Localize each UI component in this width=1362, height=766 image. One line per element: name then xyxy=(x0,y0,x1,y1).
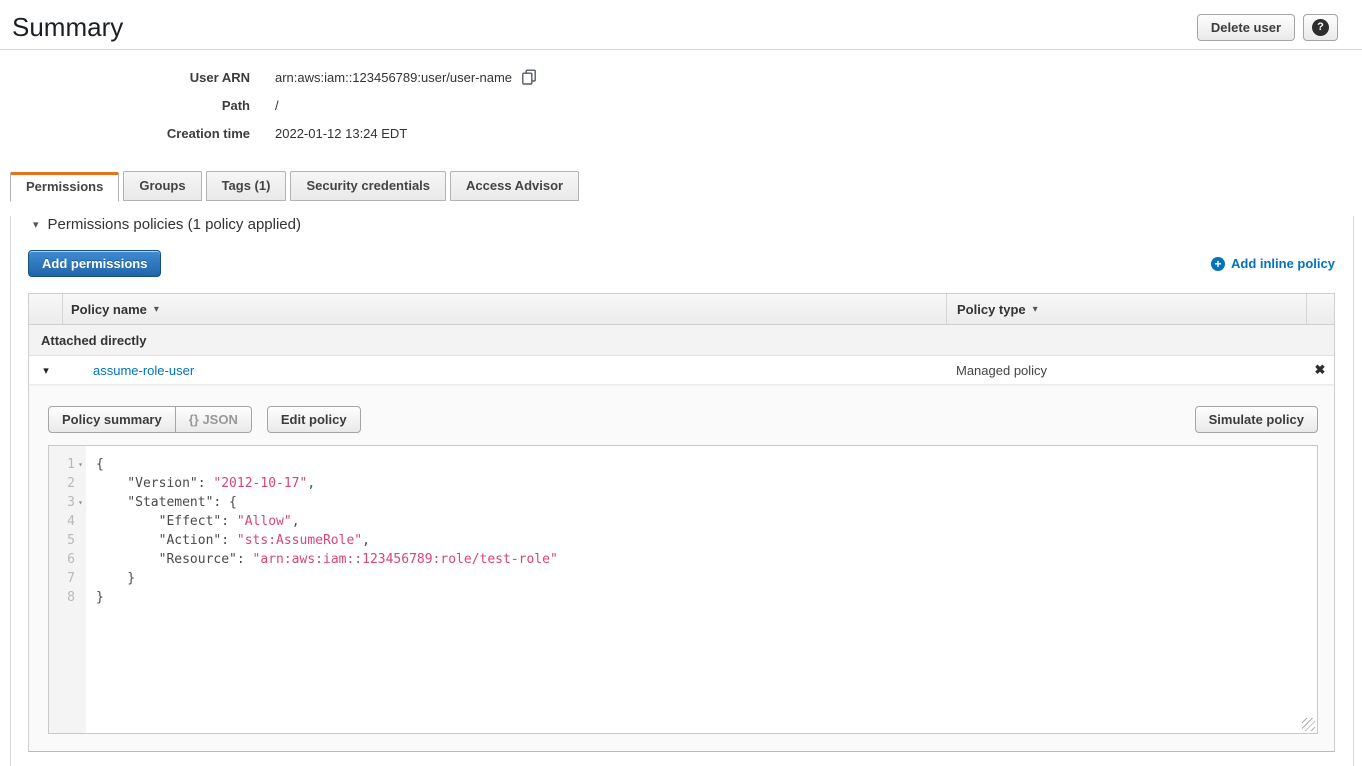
editor-code[interactable]: { "Version": "2012-10-17", "Statement": … xyxy=(86,446,1317,733)
policy-json-editor[interactable]: 1▾23▾45678 { "Version": "2012-10-17", "S… xyxy=(48,445,1318,734)
policy-type-column-header[interactable]: Policy type ▾ xyxy=(946,294,1306,324)
policies-table: Policy name ▾ Policy type ▾ Attached dir… xyxy=(28,293,1335,752)
policy-summary-button[interactable]: Policy summary xyxy=(48,406,176,433)
tab-security-credentials[interactable]: Security credentials xyxy=(290,171,446,201)
delete-user-button[interactable]: Delete user xyxy=(1197,14,1295,41)
help-button[interactable]: ? xyxy=(1303,14,1338,41)
creation-time-value: 2022-01-12 13:24 EDT xyxy=(275,126,407,141)
tab-permissions[interactable]: Permissions xyxy=(10,172,119,202)
policy-name-column-header[interactable]: Policy name ▾ xyxy=(63,294,946,324)
user-arn-value: arn:aws:iam::123456789:user/user-name xyxy=(275,70,512,85)
header-divider xyxy=(0,49,1362,50)
path-label: Path xyxy=(0,98,250,113)
user-arn-row: User ARN arn:aws:iam::123456789:user/use… xyxy=(0,63,1362,91)
attached-directly-group-row: Attached directly xyxy=(29,325,1334,356)
policy-view-toggle: Policy summary {} JSON xyxy=(48,406,252,433)
simulate-policy-button[interactable]: Simulate policy xyxy=(1195,406,1318,433)
policy-name-link[interactable]: assume-role-user xyxy=(93,363,194,378)
add-permissions-button[interactable]: Add permissions xyxy=(28,250,161,277)
policy-table-row: ▾ assume-role-user Managed policy ✖ xyxy=(29,356,1334,385)
question-mark-icon: ? xyxy=(1312,19,1329,36)
row-expander[interactable]: ▾ xyxy=(29,364,63,377)
collapse-icon: ▾ xyxy=(33,218,39,231)
permissions-policies-section-header[interactable]: ▾ Permissions policies (1 policy applied… xyxy=(33,216,1353,233)
section-title: Permissions policies (1 policy applied) xyxy=(48,216,301,233)
path-row: Path / xyxy=(0,91,1362,119)
tab-tags[interactable]: Tags (1) xyxy=(206,171,287,201)
policy-type-header-label: Policy type xyxy=(957,302,1026,317)
edit-policy-button[interactable]: Edit policy xyxy=(267,406,361,433)
policy-type-value: Managed policy xyxy=(956,363,1047,378)
policy-detail-buttons: Policy summary {} JSON Edit policy Simul… xyxy=(48,406,1318,433)
user-details: User ARN arn:aws:iam::123456789:user/use… xyxy=(0,63,1362,147)
expander-icon: ▾ xyxy=(43,364,49,377)
detach-policy-icon[interactable]: ✖ xyxy=(1315,362,1326,378)
permissions-tab-panel: ▾ Permissions policies (1 policy applied… xyxy=(10,216,1354,766)
editor-gutter: 1▾23▾45678 xyxy=(49,446,86,733)
sort-icon: ▾ xyxy=(1033,304,1038,315)
policy-name-header-label: Policy name xyxy=(71,302,147,317)
policies-table-header: Policy name ▾ Policy type ▾ xyxy=(29,294,1334,325)
creation-time-label: Creation time xyxy=(0,126,250,141)
path-value: / xyxy=(275,98,279,113)
user-arn-label: User ARN xyxy=(0,70,250,85)
expander-column-header xyxy=(29,294,63,324)
resize-handle-icon[interactable] xyxy=(1302,718,1315,731)
policy-detail-panel: Policy summary {} JSON Edit policy Simul… xyxy=(29,385,1334,751)
tab-bar: Permissions Groups Tags (1) Security cre… xyxy=(10,171,1362,201)
json-view-button[interactable]: {} JSON xyxy=(176,406,252,433)
policy-actions-row: Add permissions + Add inline policy xyxy=(28,250,1335,277)
page-header: Summary Delete user ? xyxy=(0,0,1362,43)
remove-column-header xyxy=(1306,294,1334,324)
add-inline-policy-label: Add inline policy xyxy=(1231,256,1335,271)
creation-time-row: Creation time 2022-01-12 13:24 EDT xyxy=(0,119,1362,147)
tab-access-advisor[interactable]: Access Advisor xyxy=(450,171,579,201)
tab-groups[interactable]: Groups xyxy=(123,171,201,201)
page-title: Summary xyxy=(12,12,123,43)
plus-icon: + xyxy=(1211,257,1225,271)
header-actions: Delete user ? xyxy=(1197,14,1338,41)
sort-icon: ▾ xyxy=(154,304,159,315)
copy-icon[interactable] xyxy=(521,69,537,85)
add-inline-policy-link[interactable]: + Add inline policy xyxy=(1211,256,1335,271)
